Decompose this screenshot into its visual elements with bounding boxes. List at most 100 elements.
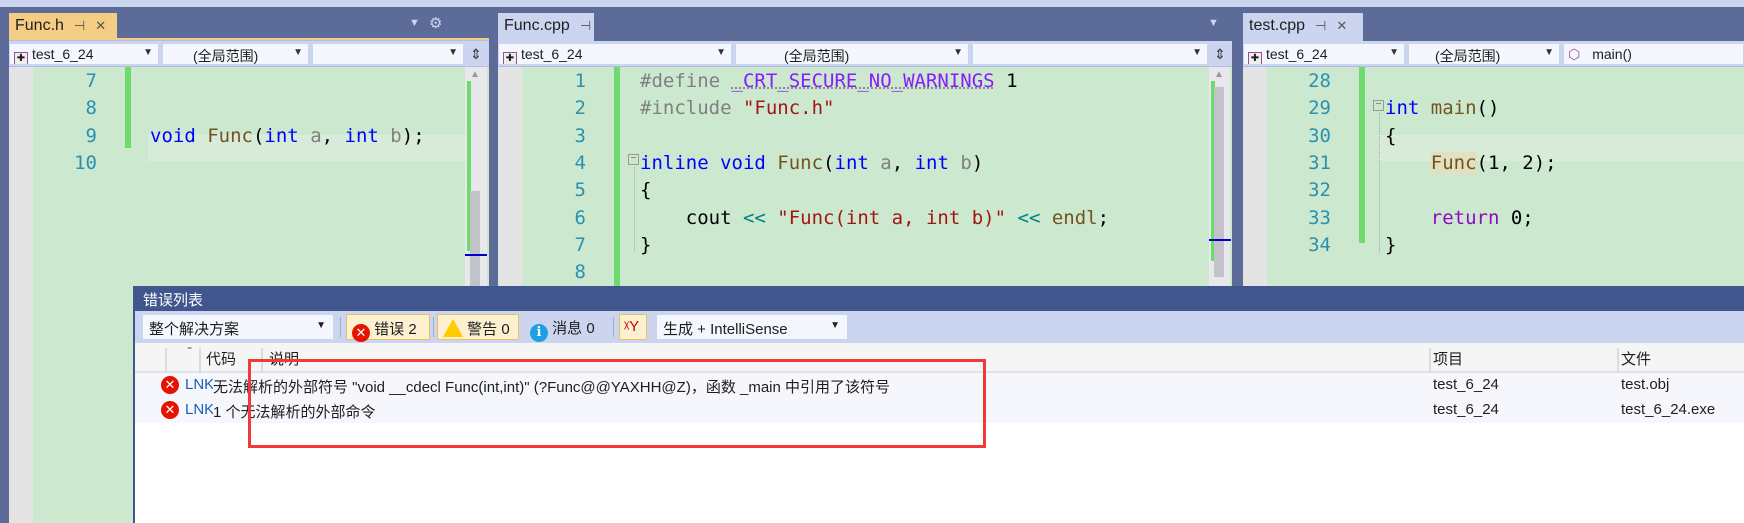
code-token: b	[390, 124, 402, 147]
code-token: #include	[640, 97, 743, 120]
code-token: ,	[891, 151, 915, 174]
line-number: 9	[85, 124, 97, 147]
code-token: int	[834, 151, 881, 174]
errors-filter-button[interactable]: ✕ 错误 2	[346, 314, 430, 342]
code-token: Func	[1430, 151, 1477, 174]
error-icon: ✕	[161, 376, 179, 394]
annotation-red-box	[248, 359, 986, 448]
code-token: main	[1430, 97, 1477, 120]
pin-icon[interactable]: ⊣	[74, 18, 85, 33]
project-dropdown[interactable]: ✚ test_6_24 ▼	[1243, 43, 1405, 65]
change-margin	[1359, 67, 1365, 243]
line-number: 5	[574, 179, 586, 202]
gear-icon[interactable]: ⚙	[429, 14, 442, 32]
warnings-filter-button[interactable]: 警告 0	[437, 314, 519, 340]
line-number: 32	[1308, 179, 1331, 202]
code-token: 0;	[1510, 206, 1534, 229]
pin-icon[interactable]: ⊣	[1315, 18, 1326, 33]
code-token: (	[252, 124, 265, 147]
code-token: cout	[640, 206, 743, 229]
code-token: int	[1385, 97, 1431, 120]
project-dropdown[interactable]: ✚ test_6_24 ▼	[9, 43, 159, 65]
code-token: a	[310, 124, 322, 147]
code-token: ,	[321, 124, 345, 147]
error-list-title: 错误列表	[135, 286, 1744, 311]
sort-icon[interactable]: ⁼	[187, 345, 192, 356]
member-dropdown[interactable]: ⬡ main()	[1563, 43, 1744, 65]
change-margin	[614, 67, 620, 297]
code-token: )	[971, 151, 984, 174]
code-token: ()	[1476, 97, 1500, 120]
split-icon[interactable]: ⇕	[466, 43, 486, 65]
code-token: Func	[777, 151, 824, 174]
member-dropdown[interactable]: ▼	[312, 43, 464, 65]
code-token: _CRT_SECURE_NO_WARNINGS	[731, 70, 995, 92]
code-line: Func(1, 2);	[1385, 150, 1557, 177]
pin-icon[interactable]: ⊣	[580, 18, 591, 33]
project-dropdown[interactable]: ✚ test_6_24 ▼	[498, 43, 732, 65]
line-number: 28	[1308, 70, 1331, 92]
code-line: cout << "Func(int a, int b)" << endl;	[640, 205, 1109, 232]
error-icon: ✕	[161, 401, 179, 419]
tab-dropdown-icon[interactable]: ▼	[409, 17, 420, 29]
tab-func-h[interactable]: Func.h ⊣ ✕	[9, 13, 117, 41]
line-number: 31	[1308, 151, 1331, 174]
close-icon[interactable]: ✕	[95, 18, 106, 33]
error-list-toolbar: 整个解决方案 ▼ ✕ 错误 2 警告 0 i 消息 0 ᵡY 生成 + Intel…	[135, 311, 1744, 343]
code-token: ;	[1097, 206, 1110, 229]
line-number: 8	[85, 97, 97, 120]
messages-filter-button[interactable]: i 消息 0	[525, 314, 609, 342]
code-line: }	[1385, 232, 1396, 259]
code-token: );	[401, 124, 425, 147]
code-token: {	[640, 179, 652, 202]
code-token: (1, 2);	[1476, 151, 1557, 174]
scope-dropdown[interactable]: (全局范围) ▼	[1408, 43, 1560, 65]
project-icon: ✚	[14, 52, 28, 64]
warning-icon	[443, 319, 463, 337]
clear-filter-button[interactable]: ᵡY	[619, 314, 647, 340]
info-icon: i	[530, 324, 548, 342]
col-code[interactable]: 代码	[206, 348, 236, 369]
error-project: test_6_24	[1433, 376, 1499, 393]
code-token: <<	[742, 206, 778, 229]
code-token: (	[823, 151, 835, 174]
error-icon: ✕	[352, 324, 370, 342]
code-line: return 0;	[1385, 205, 1534, 232]
line-number: 1	[574, 70, 586, 92]
error-project: test_6_24	[1433, 401, 1499, 418]
code-line: #include "Func.h"	[640, 95, 834, 122]
collapse-icon[interactable]: −	[1373, 100, 1384, 111]
code-line: void Func(int a, int b);	[150, 123, 425, 150]
code-token: return	[1430, 206, 1511, 229]
line-number: 3	[574, 124, 586, 147]
build-filter-dropdown[interactable]: 生成 + IntelliSense ▼	[657, 315, 847, 339]
split-icon[interactable]: ⇕	[1210, 43, 1230, 65]
code-token: void	[720, 151, 778, 174]
tab-test-cpp[interactable]: test.cpp ⊣ ✕	[1243, 13, 1363, 41]
code-token: "Func.h"	[742, 97, 835, 120]
member-dropdown[interactable]: ▼	[972, 43, 1208, 65]
scroll-up-icon[interactable]: ▲	[470, 69, 480, 80]
change-margin	[125, 67, 131, 148]
tab-dropdown-icon[interactable]: ▼	[1208, 17, 1219, 29]
scope-dropdown[interactable]: (全局范围) ▼	[162, 43, 309, 65]
code-token: <<	[1006, 206, 1052, 229]
code-token: {	[1385, 124, 1397, 147]
code-line: }	[640, 232, 651, 259]
col-project[interactable]: 项目	[1433, 348, 1463, 369]
tab-label: Func.cpp	[504, 17, 570, 34]
scope-dropdown[interactable]: 整个解决方案 ▼	[143, 315, 333, 339]
code-token: #define	[640, 70, 732, 92]
code-line: int main()	[1385, 95, 1499, 122]
scroll-up-icon[interactable]: ▲	[1214, 69, 1224, 80]
code-line: #define _CRT_SECURE_NO_WARNINGS 1	[640, 68, 1018, 95]
col-file[interactable]: 文件	[1621, 348, 1651, 369]
collapse-icon[interactable]: −	[628, 154, 639, 165]
title-strip	[0, 0, 1744, 7]
code-token: endl	[1051, 206, 1098, 229]
scope-dropdown[interactable]: (全局范围) ▼	[735, 43, 969, 65]
close-icon[interactable]: ✕	[1336, 18, 1347, 33]
code-token: void	[150, 124, 208, 147]
code-line: inline void Func(int a, int b)	[640, 150, 983, 177]
tab-func-cpp[interactable]: Func.cpp ⊣	[498, 13, 594, 41]
